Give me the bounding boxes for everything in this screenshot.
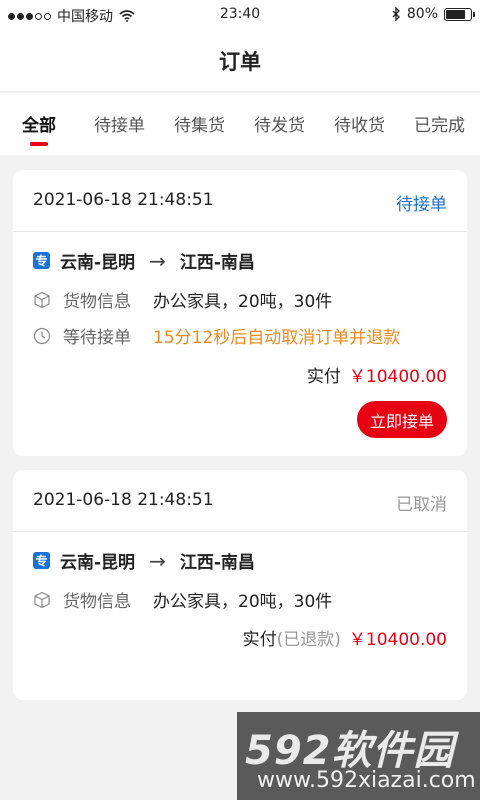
goods-value: 办公家具，20吨，30件 (153, 592, 333, 612)
order-card[interactable]: 2021-06-18 21:48:51 已取消 专 云南-昆明 → 江西-南昌 … (13, 470, 467, 700)
order-datetime: 2021-06-18 21:48:51 (33, 490, 214, 510)
tab-pending-collect[interactable]: 待集货 (174, 111, 225, 136)
order-tabs: 全部 待接单 待集货 待发货 待收货 已完成 (0, 93, 480, 155)
pay-amount: ￥10400.00 (348, 367, 447, 387)
box-icon (33, 291, 51, 309)
tab-label: 待收货 (334, 116, 385, 136)
tab-all[interactable]: 全部 (22, 111, 56, 146)
tab-pending-receive[interactable]: 待收货 (334, 111, 385, 136)
route-from: 云南-昆明 (60, 553, 136, 573)
site-watermark: 592软件园 www.592xiazai.com (237, 712, 480, 800)
status-bar: 中国移动 23:40 80% (0, 0, 480, 30)
arrow-right-icon: → (149, 548, 166, 573)
tab-label: 待集货 (174, 116, 225, 136)
order-card-header: 2021-06-18 21:48:51 已取消 (13, 470, 467, 532)
tab-label: 待发货 (254, 116, 305, 136)
order-datetime: 2021-06-18 21:48:51 (33, 190, 214, 210)
status-right: 80% (391, 6, 475, 22)
arrow-right-icon: → (149, 248, 166, 273)
goods-info-row: 货物信息 办公家具，20吨，30件 (33, 287, 332, 312)
goods-label: 货物信息 (63, 292, 131, 312)
box-icon (33, 591, 51, 609)
order-route: 专 云南-昆明 → 江西-南昌 (33, 248, 255, 273)
dedicated-badge: 专 (33, 552, 50, 569)
route-from: 云南-昆明 (60, 253, 136, 273)
payment-row: 实付 ￥10400.00 (307, 362, 447, 387)
tab-label: 待接单 (94, 116, 145, 136)
goods-label: 货物信息 (63, 592, 131, 612)
order-status: 待接单 (396, 195, 447, 215)
bluetooth-icon (392, 7, 400, 21)
page-title: 订单 (219, 50, 261, 74)
battery-percent: 80% (406, 6, 438, 22)
order-card[interactable]: 2021-06-18 21:48:51 待接单 专 云南-昆明 → 江西-南昌 … (13, 170, 467, 456)
accept-order-button[interactable]: 立即接单 (357, 401, 447, 438)
tab-pending-ship[interactable]: 待发货 (254, 111, 305, 136)
nav-bar: 订单 (0, 30, 480, 92)
pay-label: 实付 (306, 367, 341, 387)
payment-row: 实付(已退款) ￥10400.00 (243, 625, 447, 650)
pay-amount: ￥10400.00 (348, 630, 447, 650)
tab-completed[interactable]: 已完成 (414, 111, 465, 136)
goods-value: 办公家具，20吨，30件 (153, 292, 333, 312)
active-tab-indicator (30, 142, 48, 146)
order-status: 已取消 (396, 495, 447, 515)
refunded-note: (已退款) (276, 630, 341, 650)
route-to: 江西-南昌 (179, 253, 255, 273)
order-card-header: 2021-06-18 21:48:51 待接单 (13, 170, 467, 232)
wait-label: 等待接单 (63, 328, 131, 348)
goods-info-row: 货物信息 办公家具，20吨，30件 (33, 587, 332, 612)
countdown-text: 15分12秒后自动取消订单并退款 (153, 328, 401, 348)
tab-pending-accept[interactable]: 待接单 (94, 111, 145, 136)
dedicated-badge: 专 (33, 252, 50, 269)
watermark-url: www.592xiazai.com (257, 768, 476, 793)
clock-icon (33, 327, 51, 345)
pay-label: 实付 (242, 630, 277, 650)
order-route: 专 云南-昆明 → 江西-南昌 (33, 548, 255, 573)
battery-icon (444, 7, 475, 21)
tab-label: 已完成 (414, 116, 465, 136)
wait-info-row: 等待接单 15分12秒后自动取消订单并退款 (33, 323, 400, 348)
route-to: 江西-南昌 (179, 553, 255, 573)
tab-label: 全部 (22, 116, 56, 136)
